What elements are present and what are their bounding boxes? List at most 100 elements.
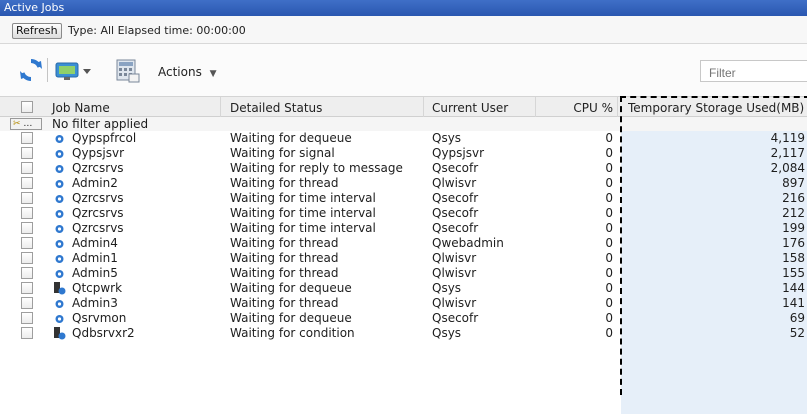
cpu-percent: 0 [605, 281, 613, 295]
detailed-status: Waiting for signal [230, 146, 335, 160]
table-row[interactable]: Qsrvmon Waiting for dequeue Qsecofr 0 69 [0, 311, 807, 326]
table-row[interactable]: Admin2 Waiting for thread Qlwisvr 0 897 [0, 176, 807, 191]
header-current-user[interactable]: Current User [432, 101, 508, 115]
detailed-status: Waiting for dequeue [230, 281, 352, 295]
job-name[interactable]: Qtcpwrk [72, 282, 122, 295]
table-row[interactable]: Qzrcsrvs Waiting for time interval Qsecofr… [0, 191, 807, 206]
table-row[interactable]: Admin3 Waiting for thread Qlwisvr 0 141 [0, 296, 807, 311]
row-checkbox[interactable] [21, 222, 33, 234]
cpu-percent: 0 [605, 311, 613, 325]
job-icon [55, 150, 64, 158]
table-row[interactable]: Admin4 Waiting for thread Qwebadmin 0 176 [0, 236, 807, 251]
job-name[interactable]: Qypsjsvr [72, 147, 124, 160]
filter-status-text: No filter applied [52, 117, 149, 131]
row-checkbox[interactable] [21, 297, 33, 309]
table-row[interactable]: Qzrcsrvs Waiting for reply to message Qsec… [0, 161, 807, 176]
job-name[interactable]: Qzrcsrvs [72, 222, 124, 235]
header-temporary-storage[interactable]: Temporary Storage Used(MB) [628, 101, 807, 115]
table-header: Job Name Detailed Status Current User CP… [0, 97, 807, 117]
job-name[interactable]: Qzrcsrvs [72, 192, 124, 205]
detailed-status: Waiting for time interval [230, 221, 376, 235]
actions-menu[interactable]: Actions ▼ [158, 65, 217, 79]
actions-label: Actions [158, 65, 202, 79]
detailed-status: Waiting for time interval [230, 191, 376, 205]
job-icon [55, 165, 64, 173]
monitor-dropdown-icon[interactable] [55, 60, 95, 82]
table-row[interactable]: Qypspfrcol Waiting for dequeue Qsys 0 4,119 [0, 131, 807, 146]
temporary-storage-used: 199 [782, 221, 805, 235]
current-user: Qypsjsvr [432, 146, 485, 160]
system-job-icon [54, 327, 66, 340]
select-all-checkbox[interactable] [21, 101, 33, 113]
detailed-status: Waiting for condition [230, 326, 355, 340]
filter-input[interactable] [700, 60, 807, 82]
table-row[interactable]: Qzrcsrvs Waiting for time interval Qsecofr… [0, 221, 807, 236]
cpu-percent: 0 [605, 266, 613, 280]
row-checkbox[interactable] [21, 237, 33, 249]
job-name[interactable]: Admin4 [72, 237, 118, 250]
system-job-icon [54, 282, 66, 295]
temporary-storage-used: 144 [782, 281, 805, 295]
refresh-button[interactable]: Refresh [12, 23, 62, 39]
job-name[interactable]: Qdbsrvxr2 [72, 327, 135, 340]
detailed-status: Waiting for thread [230, 266, 339, 280]
window-title: Active Jobs [0, 0, 807, 16]
job-icon [55, 210, 64, 218]
current-user: Qlwisvr [432, 251, 477, 265]
job-name[interactable]: Qzrcsrvs [72, 162, 124, 175]
row-checkbox[interactable] [21, 132, 33, 144]
job-name[interactable]: Admin1 [72, 252, 118, 265]
row-checkbox[interactable] [21, 267, 33, 279]
cpu-percent: 0 [605, 236, 613, 250]
temporary-storage-used: 2,117 [770, 146, 805, 160]
toolbar: Actions ▼ [0, 44, 807, 97]
table-view-icon[interactable] [115, 58, 141, 84]
current-user: Qsys [432, 131, 462, 145]
job-name[interactable]: Qypspfrcol [72, 132, 136, 145]
refresh-icon[interactable] [19, 58, 43, 82]
table-row[interactable]: Qdbsrvxr2 Waiting for condition Qsys 0 52 [0, 326, 807, 341]
table-row[interactable]: Admin1 Waiting for thread Qlwisvr 0 158 [0, 251, 807, 266]
row-checkbox[interactable] [21, 162, 33, 174]
table-row[interactable]: Qzrcsrvs Waiting for time interval Qsecofr… [0, 206, 807, 221]
job-name[interactable]: Admin3 [72, 297, 118, 310]
header-detailed-status[interactable]: Detailed Status [230, 101, 322, 115]
header-cpu[interactable]: CPU % [540, 101, 613, 115]
job-name[interactable]: Qzrcsrvs [72, 207, 124, 220]
info-bar: Refresh Type: All Elapsed time: 00:00:00 [0, 16, 807, 44]
row-checkbox[interactable] [21, 147, 33, 159]
header-job-name[interactable]: Job Name [52, 101, 110, 115]
cpu-percent: 0 [605, 206, 613, 220]
row-checkbox[interactable] [21, 327, 33, 339]
cpu-percent: 0 [605, 131, 613, 145]
current-user: Qlwisvr [432, 296, 477, 310]
temporary-storage-used: 212 [782, 206, 805, 220]
table-row[interactable]: Qypsjsvr Waiting for signal Qypsjsvr 0 2,117 [0, 146, 807, 161]
filter-icon: ✂ [13, 119, 21, 129]
table-row[interactable]: Qtcpwrk Waiting for dequeue Qsys 0 144 [0, 281, 807, 296]
row-checkbox[interactable] [21, 177, 33, 189]
cpu-percent: 0 [605, 251, 613, 265]
job-icon [55, 195, 64, 203]
cpu-percent: 0 [605, 146, 613, 160]
job-name[interactable]: Qsrvmon [72, 312, 126, 325]
job-icon [55, 180, 64, 188]
table-row[interactable]: Admin5 Waiting for thread Qlwisvr 0 155 [0, 266, 807, 281]
job-name[interactable]: Admin5 [72, 267, 118, 280]
temporary-storage-used: 52 [789, 326, 805, 340]
row-checkbox[interactable] [21, 282, 33, 294]
detailed-status: Waiting for thread [230, 236, 339, 250]
current-user: Qsecofr [432, 221, 479, 235]
row-checkbox[interactable] [21, 252, 33, 264]
row-checkbox[interactable] [21, 312, 33, 324]
current-user: Qsecofr [432, 206, 479, 220]
row-checkbox[interactable] [21, 192, 33, 204]
detailed-status: Waiting for reply to message [230, 161, 403, 175]
detailed-status: Waiting for thread [230, 251, 339, 265]
temporary-storage-used: 216 [782, 191, 805, 205]
cpu-percent: 0 [605, 221, 613, 235]
filter-options-button[interactable]: ✂ … [10, 118, 42, 130]
job-name[interactable]: Admin2 [72, 177, 118, 190]
cpu-percent: 0 [605, 176, 613, 190]
row-checkbox[interactable] [21, 207, 33, 219]
